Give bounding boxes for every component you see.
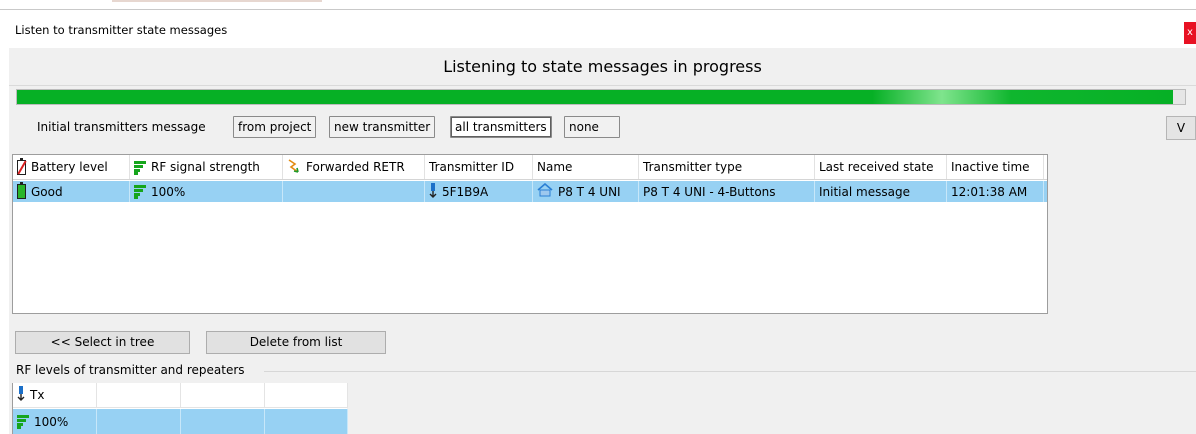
rf-level-text: 100% — [34, 414, 69, 429]
cell-battery: Good — [13, 181, 130, 202]
progress-bar — [16, 89, 1186, 105]
col-forwarded-retr[interactable]: Forwarded RETR — [283, 155, 425, 179]
signal-strength-icon — [134, 160, 146, 175]
none-button[interactable]: none — [564, 116, 620, 138]
initial-message-filter: Initial transmitters message from projec… — [9, 115, 1196, 141]
signal-strength-icon — [17, 414, 29, 429]
rf-level-cell — [97, 409, 181, 434]
rf-header-cell — [97, 383, 181, 408]
battery-icon — [17, 157, 26, 175]
rf-levels-title: RF levels of transmitter and repeaters — [16, 363, 248, 377]
select-in-tree-button[interactable]: << Select in tree — [15, 331, 190, 354]
table-row[interactable]: Good 100% 5F1B9A P8 T 4 UNI P8 T 4 UNI -… — [13, 181, 1047, 202]
col-label: Battery level — [31, 160, 108, 174]
col-label: RF signal strength — [151, 160, 260, 174]
cell-rf-strength: 100% — [130, 181, 283, 202]
rf-level-cell: 100% — [13, 409, 97, 434]
signal-strength-icon — [134, 184, 146, 199]
col-name[interactable]: Name — [533, 155, 639, 179]
cell-transmitter-type: P8 T 4 UNI - 4-Buttons — [639, 181, 815, 202]
rf-level-cell — [265, 409, 348, 434]
filter-label: Initial transmitters message — [37, 120, 206, 134]
cell-text: P8 T 4 UNI — [558, 184, 621, 199]
cell-forwarded — [283, 181, 425, 202]
status-banner: Listening to state messages in progress — [9, 48, 1196, 86]
house-icon — [537, 182, 553, 200]
col-rf-signal-strength[interactable]: RF signal strength — [130, 155, 283, 179]
col-battery-level[interactable]: Battery level — [13, 155, 130, 179]
table-header: Battery level RF signal strength Forward… — [13, 155, 1047, 180]
rf-level-cell — [181, 409, 265, 434]
transmitter-table[interactable]: Battery level RF signal strength Forward… — [12, 154, 1048, 314]
forwarded-retr-icon — [287, 158, 301, 177]
v-button[interactable]: V — [1166, 116, 1196, 140]
cell-last-state: Initial message — [815, 181, 947, 202]
rf-header-cell — [181, 383, 265, 408]
rf-header-cell — [265, 383, 348, 408]
new-transmitter-button[interactable]: new transmitter — [329, 116, 436, 138]
from-project-button[interactable]: from project — [233, 116, 317, 138]
progress-fill — [17, 90, 1174, 104]
cell-text: 5F1B9A — [442, 184, 489, 199]
transmitter-icon — [429, 182, 437, 201]
col-inactive-time[interactable]: Inactive time — [947, 155, 1044, 179]
col-label: Forwarded RETR — [306, 160, 405, 174]
window-title: Listen to transmitter state messages — [15, 23, 228, 37]
cell-transmitter-id: 5F1B9A — [425, 181, 533, 202]
window-top-border — [0, 9, 1196, 10]
all-transmitters-button[interactable]: all transmitters — [450, 116, 552, 138]
cell-name: P8 T 4 UNI — [533, 181, 639, 202]
dialog-content: Listening to state messages in progress … — [9, 48, 1196, 434]
title-accent — [112, 0, 322, 2]
rf-header-tx: Tx — [13, 383, 97, 408]
delete-from-list-button[interactable]: Delete from list — [206, 331, 386, 354]
rf-levels-table[interactable]: Tx 100% — [12, 383, 348, 434]
col-last-received-state[interactable]: Last received state — [815, 155, 947, 179]
col-transmitter-id[interactable]: Transmitter ID — [425, 155, 533, 179]
rf-header-label: Tx — [30, 388, 45, 402]
cell-text: 100% — [151, 184, 186, 199]
close-button[interactable]: x — [1184, 22, 1196, 44]
cell-text: Good — [31, 184, 63, 199]
battery-good-icon — [17, 182, 26, 199]
col-transmitter-type[interactable]: Transmitter type — [639, 155, 815, 179]
cell-inactive-time: 12:01:38 AM — [947, 181, 1044, 202]
transmitter-icon — [17, 386, 25, 404]
group-divider — [264, 371, 1196, 372]
